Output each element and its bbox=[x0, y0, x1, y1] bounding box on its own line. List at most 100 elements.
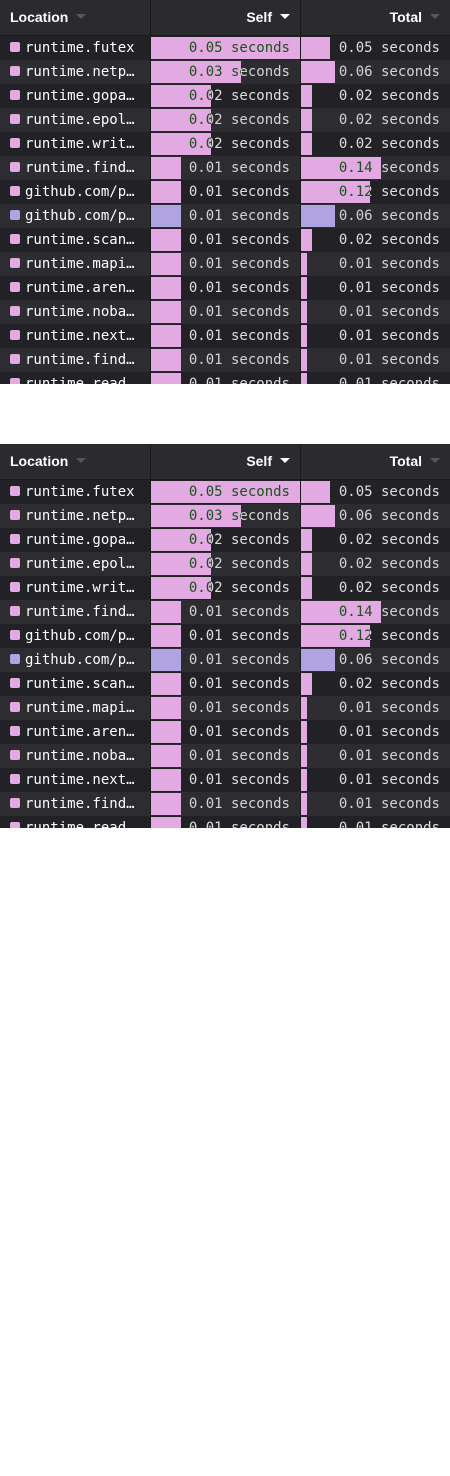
total-cell: 0.01 seconds bbox=[300, 744, 450, 768]
color-swatch-icon bbox=[10, 90, 20, 100]
self-cell: 0.01 seconds bbox=[150, 348, 300, 372]
total-bar bbox=[301, 85, 312, 107]
total-bar bbox=[301, 229, 312, 251]
table-row[interactable]: runtime.gopark 0.02 seconds 0.02 seconds bbox=[0, 84, 450, 108]
total-cell: 0.06 seconds bbox=[300, 504, 450, 528]
color-swatch-icon bbox=[10, 678, 20, 688]
self-bar bbox=[151, 253, 181, 275]
location-column-header-label: Location bbox=[10, 453, 69, 469]
table-row[interactable]: runtime.readgstatus 0.01 seconds 0.01 seco… bbox=[0, 816, 450, 828]
table-row[interactable]: runtime.mapiternext 0.01 seconds 0.01 seco… bbox=[0, 696, 450, 720]
table-row[interactable]: runtime.futex 0.05 seconds 0.05 seconds bbox=[0, 480, 450, 504]
self-cell: 0.03 seconds bbox=[150, 504, 300, 528]
table-row[interactable]: runtime.futex 0.05 seconds 0.05 seconds bbox=[0, 36, 450, 60]
self-cell: 0.01 seconds bbox=[150, 624, 300, 648]
table-row[interactable]: runtime.mapiternext 0.01 seconds 0.01 seco… bbox=[0, 252, 450, 276]
total-cell: 0.05 seconds bbox=[300, 36, 450, 60]
total-cell: 0.01 seconds bbox=[300, 372, 450, 384]
table-row[interactable]: runtime.netpoll 0.03 seconds 0.06 seconds bbox=[0, 60, 450, 84]
color-swatch-icon bbox=[10, 162, 20, 172]
total-cell: 0.14 seconds bbox=[300, 156, 450, 180]
table-row[interactable]: runtime.nobarrierWakeTime 0.01 seconds 0.0… bbox=[0, 300, 450, 324]
table-row[interactable]: runtime.findrunnable 0.01 seconds 0.14 sec… bbox=[0, 600, 450, 624]
table-row[interactable]: runtime.epollwait 0.02 seconds 0.02 second… bbox=[0, 108, 450, 132]
table-row[interactable]: runtime.findObject 0.01 seconds 0.01 secon… bbox=[0, 348, 450, 372]
total-bar bbox=[301, 61, 335, 83]
location-cell: github.com/pyroscope-io bbox=[0, 180, 150, 204]
sort-arrow-icon bbox=[280, 13, 290, 19]
self-value: 0.03 seconds bbox=[188, 508, 290, 524]
self-cell: 0.01 seconds bbox=[150, 228, 300, 252]
location-cell: runtime.nextFreeFast bbox=[0, 324, 150, 348]
table-row[interactable]: runtime.findObject 0.01 seconds 0.01 secon… bbox=[0, 792, 450, 816]
table-row[interactable]: runtime.scanobject 0.01 seconds 0.02 secon… bbox=[0, 672, 450, 696]
self-bar bbox=[151, 721, 181, 743]
table-row[interactable]: runtime.write1 0.02 seconds 0.02 seconds bbox=[0, 132, 450, 156]
total-value: 0.01 seconds bbox=[338, 352, 440, 368]
table-row[interactable]: runtime.readgstatus 0.01 seconds 0.01 seco… bbox=[0, 372, 450, 384]
self-cell: 0.02 seconds bbox=[150, 576, 300, 600]
location-cell: runtime.nobarrierWakeTime bbox=[0, 744, 150, 768]
self-value: 0.01 seconds bbox=[188, 628, 290, 644]
location-cell: github.com/pyroscope-io/client bbox=[0, 648, 150, 672]
table-row[interactable]: github.com/pyroscope-io 0.01 seconds 0.12 … bbox=[0, 624, 450, 648]
self-value: 0.02 seconds bbox=[188, 112, 290, 128]
location-cell: runtime.arenaIndex bbox=[0, 720, 150, 744]
table-row[interactable]: runtime.nextFreeFast 0.01 seconds 0.01 sec… bbox=[0, 768, 450, 792]
total-bar bbox=[301, 277, 307, 299]
self-bar bbox=[151, 325, 181, 347]
location-name: runtime.mapiternext bbox=[25, 256, 135, 272]
self-bar bbox=[151, 277, 181, 299]
table-row[interactable]: runtime.netpoll 0.03 seconds 0.06 seconds bbox=[0, 504, 450, 528]
table-row[interactable]: runtime.nextFreeFast 0.01 seconds 0.01 sec… bbox=[0, 324, 450, 348]
table-row[interactable]: runtime.arenaIndex 0.01 seconds 0.01 secon… bbox=[0, 720, 450, 744]
self-cell: 0.01 seconds bbox=[150, 600, 300, 624]
total-bar bbox=[301, 817, 307, 828]
table-header: Location Self Total bbox=[0, 444, 450, 480]
table-row[interactable]: runtime.arenaIndex 0.01 seconds 0.01 secon… bbox=[0, 276, 450, 300]
total-column-header[interactable]: Total bbox=[300, 444, 450, 479]
self-value: 0.01 seconds bbox=[188, 676, 290, 692]
self-cell: 0.01 seconds bbox=[150, 180, 300, 204]
location-cell: runtime.scanobject bbox=[0, 228, 150, 252]
total-cell: 0.14 seconds bbox=[300, 600, 450, 624]
location-name: runtime.scanobject bbox=[25, 676, 135, 692]
location-column-header[interactable]: Location bbox=[0, 0, 150, 35]
table-row[interactable]: github.com/pyroscope-io/client 0.01 secon… bbox=[0, 648, 450, 672]
table-row[interactable]: runtime.nobarrierWakeTime 0.01 seconds 0.0… bbox=[0, 744, 450, 768]
total-column-header[interactable]: Total bbox=[300, 0, 450, 35]
self-column-header[interactable]: Self bbox=[150, 0, 300, 35]
table-row[interactable]: runtime.epollwait 0.02 seconds 0.02 second… bbox=[0, 552, 450, 576]
self-bar bbox=[151, 673, 181, 695]
location-cell: runtime.arenaIndex bbox=[0, 276, 150, 300]
total-cell: 0.01 seconds bbox=[300, 276, 450, 300]
self-cell: 0.02 seconds bbox=[150, 528, 300, 552]
self-value: 0.02 seconds bbox=[188, 556, 290, 572]
total-cell: 0.06 seconds bbox=[300, 60, 450, 84]
color-swatch-icon bbox=[10, 558, 20, 568]
table-row[interactable]: github.com/pyroscope-io 0.01 seconds 0.12 … bbox=[0, 180, 450, 204]
color-swatch-icon bbox=[10, 606, 20, 616]
table-row[interactable]: github.com/pyroscope-io/client 0.01 secon… bbox=[0, 204, 450, 228]
total-value: 0.05 seconds bbox=[338, 484, 440, 500]
location-cell: runtime.readgstatus bbox=[0, 372, 150, 384]
total-bar bbox=[301, 205, 335, 227]
location-column-header[interactable]: Location bbox=[0, 444, 150, 479]
table-row[interactable]: runtime.gopark 0.02 seconds 0.02 seconds bbox=[0, 528, 450, 552]
table-row[interactable]: runtime.findrunnable 0.01 seconds 0.14 sec… bbox=[0, 156, 450, 180]
table-row[interactable]: runtime.write1 0.02 seconds 0.02 seconds bbox=[0, 576, 450, 600]
total-value: 0.01 seconds bbox=[338, 772, 440, 788]
total-bar bbox=[301, 721, 307, 743]
sort-arrow-icon bbox=[76, 457, 87, 463]
self-column-header[interactable]: Self bbox=[150, 444, 300, 479]
color-swatch-icon bbox=[10, 798, 20, 808]
self-bar bbox=[151, 157, 181, 179]
total-value: 0.01 seconds bbox=[338, 256, 440, 272]
self-value: 0.01 seconds bbox=[188, 280, 290, 296]
location-name: runtime.futex bbox=[25, 484, 135, 500]
table-row[interactable]: runtime.scanobject 0.01 seconds 0.02 secon… bbox=[0, 228, 450, 252]
location-cell: runtime.write1 bbox=[0, 132, 150, 156]
location-name: runtime.futex bbox=[25, 40, 135, 56]
total-value: 0.01 seconds bbox=[338, 748, 440, 764]
location-cell: runtime.mapiternext bbox=[0, 252, 150, 276]
